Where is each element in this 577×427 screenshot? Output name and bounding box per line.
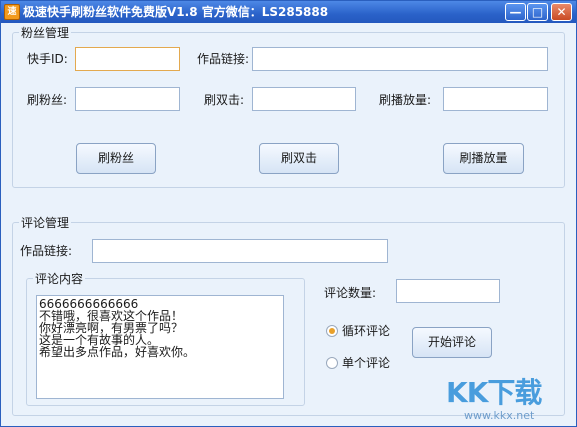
close-button[interactable]: ✕: [551, 3, 572, 21]
fans-management-legend: 粉丝管理: [21, 26, 70, 40]
window-title: 极速快手刷粉丝软件免费版V1.8 官方微信：LS285888: [23, 5, 329, 19]
kuaishou-id-input[interactable]: [75, 47, 180, 71]
comment-count-input[interactable]: [396, 279, 500, 303]
kuaishou-id-label: 快手ID:: [27, 52, 68, 66]
comment-content-textarea[interactable]: 6666666666666 不错哦，很喜欢这个作品！ 你好漂亮啊，有男票了吗？ …: [36, 295, 284, 399]
loop-comment-label[interactable]: 循环评论: [342, 324, 390, 338]
comment-management-legend: 评论管理: [21, 216, 70, 230]
app-logo-icon: 速: [4, 4, 20, 20]
double-click-label: 刷双击:: [204, 93, 245, 107]
start-comment-button[interactable]: 开始评论: [412, 327, 492, 358]
watermark-logo: KK下载: [446, 376, 542, 409]
loop-comment-radio[interactable]: [326, 325, 338, 337]
fans-label: 刷粉丝:: [27, 93, 68, 107]
comment-count-label: 评论数量:: [324, 286, 377, 300]
single-comment-radio[interactable]: [326, 357, 338, 369]
comment-work-link-input[interactable]: [92, 239, 388, 263]
comment-content-legend: 评论内容: [35, 272, 84, 286]
work-link-input[interactable]: [252, 47, 548, 71]
boost-plays-button[interactable]: 刷播放量: [443, 143, 524, 174]
comment-line: 希望出多点作品，好喜欢你。: [39, 345, 196, 359]
double-click-count-input[interactable]: [252, 87, 356, 111]
work-link-label: 作品链接:: [197, 52, 250, 66]
minimize-button[interactable]: —: [505, 3, 526, 21]
boost-double-click-button[interactable]: 刷双击: [259, 143, 339, 174]
single-comment-label[interactable]: 单个评论: [342, 356, 390, 370]
site-watermark: KK下载 www.kkx.net: [446, 371, 576, 423]
comment-work-link-label: 作品链接:: [20, 244, 73, 258]
plays-label: 刷播放量:: [379, 93, 432, 107]
maximize-button[interactable]: □: [527, 3, 548, 21]
app-window: 速 极速快手刷粉丝软件免费版V1.8 官方微信：LS285888 — □ ✕ 粉…: [0, 0, 577, 427]
plays-count-input[interactable]: [443, 87, 548, 111]
fans-count-input[interactable]: [75, 87, 180, 111]
watermark-url: www.kkx.net: [464, 409, 535, 422]
title-bar[interactable]: 速 极速快手刷粉丝软件免费版V1.8 官方微信：LS285888 — □ ✕: [1, 1, 576, 23]
boost-fans-button[interactable]: 刷粉丝: [76, 143, 156, 174]
